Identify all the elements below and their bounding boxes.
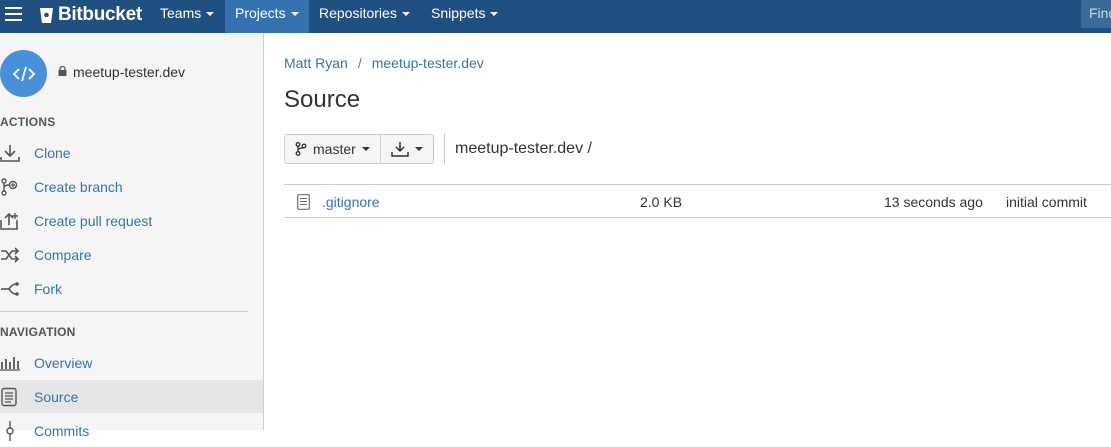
toolbar-divider [444, 133, 445, 164]
fork-icon [0, 279, 20, 299]
source-toolbar: master [284, 134, 434, 164]
main-content: Matt Ryan / meetup-tester.dev Source maste… [264, 33, 1111, 430]
branch-selector-button[interactable]: master [284, 134, 381, 164]
sidebar: meetup-tester.dev ACTIONS Clone Create b… [0, 33, 264, 441]
search-input[interactable]: Find [1081, 0, 1111, 28]
chart-icon [0, 353, 20, 373]
file-commit-message[interactable]: initial commit [1006, 194, 1087, 210]
sidebar-item-label: Compare [34, 246, 92, 263]
bitbucket-bucket-icon [40, 7, 53, 23]
chevron-down-icon [401, 12, 410, 16]
repo-avatar[interactable] [0, 50, 47, 97]
file-name-link[interactable]: .gitignore [322, 194, 380, 210]
branch-name: master [313, 141, 356, 157]
lock-icon [58, 66, 67, 76]
breadcrumb-repo[interactable]: meetup-tester.dev [372, 55, 484, 71]
nav-projects[interactable]: Projects [225, 0, 309, 33]
sidebar-item-overview[interactable]: Overview [0, 346, 263, 379]
file-icon [0, 387, 20, 407]
breadcrumb-owner[interactable]: Matt Ryan [284, 55, 348, 71]
sidebar-item-label: Clone [34, 144, 71, 161]
current-path: meetup-tester.dev / [455, 140, 592, 157]
branch-icon [0, 177, 20, 197]
nav-snippets[interactable]: Snippets [421, 0, 508, 33]
chevron-down-icon [290, 12, 299, 16]
download-button[interactable] [380, 134, 434, 164]
sidebar-item-source[interactable]: Source [0, 380, 263, 413]
top-navigation-bar: Bitbucket Teams Projects Repositories Sn… [0, 0, 1111, 33]
chevron-down-icon [490, 12, 499, 16]
chevron-down-icon [414, 147, 423, 151]
breadcrumb-separator: / [357, 55, 362, 71]
breadcrumb: Matt Ryan / meetup-tester.dev [284, 55, 484, 71]
chevron-down-icon [206, 12, 215, 16]
navigation-heading: NAVIGATION [0, 325, 76, 339]
nav-projects-label: Projects [235, 5, 286, 21]
repo-name[interactable]: meetup-tester.dev [58, 64, 185, 80]
nav-repositories[interactable]: Repositories [309, 0, 420, 33]
sidebar-item-label: Create pull request [34, 212, 153, 229]
sidebar-item-label: Overview [34, 354, 93, 371]
chevron-down-icon [361, 147, 370, 151]
sidebar-item-compare[interactable]: Compare [0, 238, 263, 271]
code-icon [12, 66, 35, 81]
sidebar-item-label: Commits [34, 422, 90, 439]
page-title: Source [284, 86, 361, 113]
sidebar-item-create-branch[interactable]: Create branch [0, 170, 263, 203]
repo-name-label: meetup-tester.dev [73, 64, 186, 80]
brand-name: Bitbucket [58, 4, 142, 25]
download-icon [0, 143, 20, 163]
sidebar-item-label: Create branch [34, 178, 123, 195]
sidebar-item-label: Source [34, 388, 79, 405]
file-size: 2.0 KB [640, 194, 683, 210]
file-list: .gitignore 2.0 KB 13 seconds ago initial… [284, 184, 1111, 218]
file-icon [297, 194, 310, 210]
pull-request-icon [0, 211, 20, 231]
compare-icon [0, 245, 20, 265]
nav-teams-label: Teams [160, 5, 202, 21]
menu-icon[interactable] [5, 7, 22, 23]
nav-repositories-label: Repositories [319, 5, 397, 21]
sidebar-item-label: Fork [34, 280, 62, 297]
sidebar-item-commits[interactable]: Commits [0, 414, 263, 447]
sidebar-item-create-pull-request[interactable]: Create pull request [0, 204, 263, 237]
nav-teams[interactable]: Teams [150, 0, 224, 33]
download-icon [391, 142, 409, 157]
actions-heading: ACTIONS [0, 115, 56, 129]
branch-icon [295, 142, 307, 156]
nav-snippets-label: Snippets [431, 5, 486, 21]
sidebar-item-clone[interactable]: Clone [0, 136, 263, 169]
sidebar-item-fork[interactable]: Fork [0, 272, 263, 305]
file-row[interactable]: .gitignore 2.0 KB 13 seconds ago initial… [284, 185, 1111, 218]
bitbucket-logo[interactable]: Bitbucket [39, 4, 142, 26]
sidebar-divider [0, 311, 248, 312]
file-modified-time: 13 seconds ago [884, 194, 983, 210]
commit-icon [0, 420, 20, 441]
